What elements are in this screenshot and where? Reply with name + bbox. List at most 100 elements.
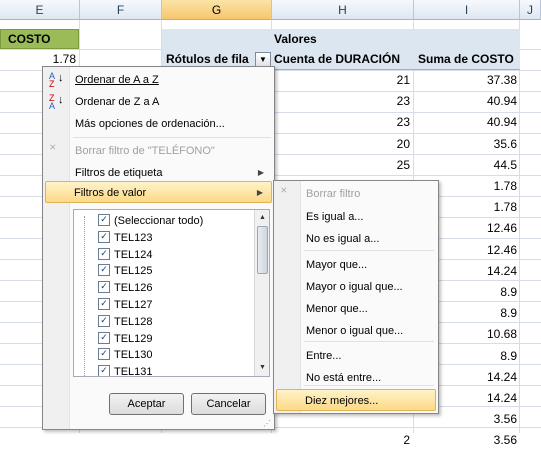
column-header-g[interactable]: G [162, 0, 272, 20]
list-item[interactable]: ✓ TEL123 [98, 230, 153, 246]
submenu-clear-label: Borrar filtro [306, 188, 361, 200]
list-item[interactable]: ✓ (Seleccionar todo) [98, 213, 203, 229]
value-filter-option-label: Diez mejores... [305, 395, 379, 407]
value-filter-option[interactable]: No está entre... [276, 367, 436, 389]
column-header-h[interactable]: H [272, 0, 414, 20]
scroll-up-icon[interactable]: ▲ [255, 212, 269, 224]
value-filters-label: Filtros de valor [74, 187, 147, 199]
clear-filter-icon: ⨯ [280, 185, 288, 195]
value-filters-item[interactable]: Filtros de valor ▶ [45, 181, 272, 203]
list-item[interactable]: ✓ TEL125 [98, 263, 153, 279]
list-item-label: TEL126 [114, 282, 153, 295]
sum-cell[interactable]: 37.38 [414, 70, 517, 91]
list-item[interactable]: ✓ TEL126 [98, 280, 153, 296]
value-filter-option-label: Mayor que... [306, 259, 368, 271]
list-item-label: TEL131 [114, 366, 153, 377]
clear-filter-label: Borrar filtro de "TELÉFONO" [75, 145, 215, 157]
sum-cell[interactable]: 44.5 [414, 155, 517, 176]
column-header-e[interactable]: E [0, 0, 80, 20]
more-sort-label: Más opciones de ordenación... [75, 118, 225, 130]
filter-dropdown-menu: A Z ↓ Ordenar de A a Z Z A ↓ Ordenar de Z a … [42, 66, 275, 430]
value-filters-submenu: ⨯ Borrar filtro Es igual a... No es igual… [273, 180, 439, 414]
scroll-thumb[interactable] [257, 226, 268, 274]
sort-za-item[interactable]: Z A ↓ Ordenar de Z a A [45, 91, 272, 113]
count-duration-header: Cuenta de DURACIÓN [274, 52, 401, 66]
count-cell[interactable]: 23 [272, 91, 410, 112]
list-item-label: (Seleccionar todo) [114, 215, 204, 227]
sort-az-item[interactable]: A Z ↓ Ordenar de A a Z [45, 69, 272, 91]
checkbox[interactable]: ✓ [98, 314, 110, 327]
valores-header-band [162, 29, 520, 49]
list-item-label: TEL130 [114, 349, 153, 362]
value-filter-option-label: Menor que... [306, 303, 368, 315]
checkbox[interactable]: ✓ [98, 214, 110, 227]
clear-filter-item[interactable]: ⨯ Borrar filtro de "TELÉFONO" [45, 140, 272, 162]
list-item[interactable]: ✓ TEL124 [98, 247, 153, 263]
value-filter-option[interactable]: No es igual a... [276, 228, 436, 250]
resize-grip-icon[interactable]: ⋰ [263, 419, 273, 429]
costo-label: COSTO [8, 32, 51, 46]
checkbox[interactable]: ✓ [98, 230, 110, 243]
list-item[interactable]: ✓ TEL131 [98, 364, 153, 377]
checkbox[interactable]: ✓ [98, 281, 110, 294]
checkbox[interactable]: ✓ [98, 298, 110, 311]
sum-cell[interactable]: 35.6 [414, 134, 517, 155]
sort-za-icon: Z A ↓ [49, 93, 64, 111]
checkbox[interactable]: ✓ [98, 365, 110, 376]
value-filter-option[interactable]: Menor o igual que... [276, 320, 436, 342]
sort-az-icon: A Z ↓ [49, 71, 64, 89]
value-filter-option-label: Menor o igual que... [306, 325, 404, 337]
valores-label: Valores [274, 32, 317, 46]
submenu-clear-filter-item[interactable]: ⨯ Borrar filtro [276, 183, 436, 205]
submenu-arrow-icon: ▶ [256, 188, 263, 197]
list-item-label: TEL127 [114, 299, 153, 311]
sum-cell[interactable]: 40.94 [414, 91, 517, 112]
value-filter-option-label: Mayor o igual que... [306, 281, 403, 293]
list-item[interactable]: ✓ TEL127 [98, 297, 153, 313]
filter-dropdown-button[interactable]: ▼ [255, 52, 271, 67]
value-filter-option-label: Entre... [306, 350, 342, 362]
list-item-label: TEL125 [114, 265, 153, 278]
value-filter-option-label: Es igual a... [306, 211, 364, 223]
checkbox[interactable]: ✓ [98, 264, 110, 277]
value-filter-option[interactable]: Mayor que... [276, 254, 436, 276]
column-header-j[interactable]: J [520, 0, 541, 20]
cancel-button[interactable]: Cancelar [191, 393, 266, 415]
list-item[interactable]: ✓ TEL128 [98, 314, 153, 330]
count-cell[interactable]: 23 [272, 112, 410, 133]
scroll-down-icon[interactable]: ▼ [255, 362, 269, 374]
count-cell[interactable]: 2 [272, 430, 410, 451]
value-filter-option[interactable]: Menor que... [276, 298, 436, 320]
count-cell[interactable]: 20 [272, 134, 410, 155]
checkbox[interactable]: ✓ [98, 348, 110, 361]
value-filter-option[interactable]: Mayor o igual que... [276, 276, 436, 298]
list-scrollbar[interactable]: ▲ ▼ [254, 210, 269, 376]
column-header-f[interactable]: F [80, 0, 162, 20]
list-item-label: TEL124 [114, 248, 153, 261]
count-cell[interactable]: 25 [272, 155, 410, 176]
sort-za-label: Ordenar de Z a A [75, 96, 160, 108]
list-item[interactable]: ✓ TEL129 [98, 331, 153, 347]
sort-az-label: Ordenar de A a Z [75, 74, 159, 86]
sum-cell[interactable]: 40.94 [414, 112, 517, 133]
value-filter-option-label: No está entre... [306, 372, 382, 384]
sum-cell[interactable]: 3.56 [414, 430, 517, 451]
list-item-label: TEL123 [114, 231, 153, 244]
value-filter-option-label: No es igual a... [306, 233, 380, 245]
clear-filter-icon: ⨯ [49, 142, 57, 152]
count-cell[interactable]: 21 [272, 70, 410, 91]
sum-cost-header: Suma de COSTO [418, 52, 514, 66]
checkbox[interactable]: ✓ [98, 247, 110, 260]
checkbox[interactable]: ✓ [98, 331, 110, 344]
value-filter-option[interactable]: Diez mejores... [276, 389, 436, 411]
list-item-label: TEL128 [114, 315, 153, 328]
value-filter-option[interactable]: Entre... [276, 345, 436, 367]
column-header-i[interactable]: I [414, 0, 520, 20]
tree-connector [84, 216, 92, 376]
accept-button[interactable]: Aceptar [109, 393, 184, 415]
value-filter-option[interactable]: Es igual a... [276, 206, 436, 228]
more-sort-options-item[interactable]: Más opciones de ordenación... [45, 113, 272, 135]
phone-values-list[interactable]: ✓ (Seleccionar todo) ✓ TEL123 ✓ TEL124 ✓ TEL125… [73, 209, 270, 377]
list-item[interactable]: ✓ TEL130 [98, 347, 153, 363]
list-item-label: TEL129 [114, 332, 153, 345]
